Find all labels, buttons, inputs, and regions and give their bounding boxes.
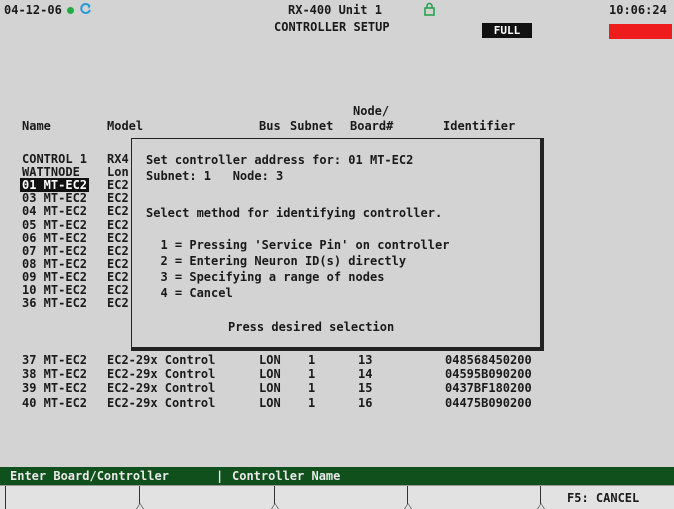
row-name: 08 MT-EC2 bbox=[22, 256, 88, 271]
dialog-option-service-pin[interactable]: 1 = Pressing 'Service Pin' on controller bbox=[146, 238, 449, 252]
row-model: EC2-29x Control bbox=[107, 353, 216, 367]
lock-icon bbox=[424, 2, 435, 19]
row-name: 03 MT-EC2 bbox=[22, 191, 88, 206]
status-separator: | bbox=[216, 469, 224, 483]
row-bus: LON bbox=[259, 353, 281, 367]
app-title: RX-400 Unit 1 bbox=[288, 3, 382, 17]
row-subnet: 1 bbox=[308, 395, 316, 410]
row-node: 15 bbox=[358, 381, 373, 396]
row-id: 04475B090200 bbox=[445, 395, 532, 410]
page-subtitle: CONTROLLER SETUP bbox=[274, 20, 390, 34]
row-name: 10 MT-EC2 bbox=[22, 283, 88, 297]
fkey-f4[interactable] bbox=[408, 486, 541, 509]
row-name: 38 MT-EC2 bbox=[22, 367, 88, 382]
row-model: EC2-29x Control bbox=[107, 395, 216, 410]
row-subnet: 1 bbox=[308, 367, 316, 382]
column-header-name: Name bbox=[22, 119, 51, 133]
row-id: 04595B090200 bbox=[445, 367, 532, 382]
dialog-subnet-node: Subnet: 1 Node: 3 bbox=[146, 169, 284, 183]
dialog-prompt: Select method for identifying controller… bbox=[146, 206, 443, 220]
row-node: 14 bbox=[358, 367, 373, 382]
row-name: 01 MT-EC2 bbox=[20, 178, 90, 193]
column-header-model: Model bbox=[107, 119, 144, 133]
row-model: RX4 bbox=[107, 152, 129, 166]
row-name: 40 MT-EC2 bbox=[22, 395, 88, 410]
row-model: EC2 bbox=[107, 269, 129, 284]
row-subnet: 1 bbox=[308, 381, 316, 396]
row-model: EC2 bbox=[107, 191, 129, 206]
dialog-footer: Press desired selection bbox=[228, 320, 395, 334]
status-right-field: Controller Name bbox=[232, 469, 341, 483]
row-name: 05 MT-EC2 bbox=[22, 217, 88, 232]
dialog-option-range[interactable]: 3 = Specifying a range of nodes bbox=[146, 270, 384, 284]
row-bus: LON bbox=[259, 367, 281, 382]
column-header-subnet: Subnet bbox=[290, 119, 334, 133]
fkey-divider-icon bbox=[537, 503, 545, 509]
fkey-f5-cancel[interactable]: F5: CANCEL bbox=[541, 486, 673, 509]
status-left-field: Enter Board/Controller bbox=[10, 469, 169, 483]
dialog-option-neuron-id[interactable]: 2 = Entering Neuron ID(s) directly bbox=[146, 254, 406, 268]
row-name: 37 MT-EC2 bbox=[22, 353, 88, 367]
row-model: EC2 bbox=[107, 256, 129, 271]
row-model: EC2 bbox=[107, 178, 129, 193]
date-label: 04-12-06 bbox=[4, 3, 62, 17]
status-dot-icon bbox=[67, 7, 74, 14]
function-key-bar: F5: CANCEL bbox=[0, 485, 674, 509]
row-name: 36 MT-EC2 bbox=[22, 296, 88, 311]
row-name: CONTROL 1 bbox=[22, 152, 88, 166]
row-name: WATTNODE bbox=[22, 165, 80, 180]
row-model: EC2 bbox=[107, 283, 129, 297]
alarm-indicator[interactable] bbox=[609, 24, 672, 39]
row-name: 04 MT-EC2 bbox=[22, 204, 88, 219]
refresh-icon bbox=[79, 2, 92, 18]
row-bus: LON bbox=[259, 395, 281, 410]
row-model: EC2-29x Control bbox=[107, 367, 216, 382]
row-name: 07 MT-EC2 bbox=[22, 243, 88, 258]
row-model: EC2 bbox=[107, 204, 129, 219]
row-model: EC2 bbox=[107, 230, 129, 245]
mode-badge: FULL bbox=[482, 23, 532, 38]
row-model: EC2-29x Control bbox=[107, 381, 216, 396]
fkey-f2[interactable] bbox=[140, 486, 275, 509]
fkey-f3[interactable] bbox=[275, 486, 408, 509]
row-subnet: 1 bbox=[308, 353, 316, 367]
dialog-option-cancel[interactable]: 4 = Cancel bbox=[146, 286, 232, 300]
row-node: 16 bbox=[358, 395, 373, 410]
row-name: 06 MT-EC2 bbox=[22, 230, 88, 245]
fkey-divider-icon bbox=[136, 503, 144, 509]
dialog-title: Set controller address for: 01 MT-EC2 bbox=[146, 153, 414, 167]
row-name: 39 MT-EC2 bbox=[22, 381, 88, 396]
row-bus: LON bbox=[259, 381, 281, 396]
address-method-dialog: Set controller address for: 01 MT-EC2 Su… bbox=[131, 138, 544, 351]
row-model: EC2 bbox=[107, 243, 129, 258]
row-node: 13 bbox=[358, 353, 373, 367]
clock-label: 10:06:24 bbox=[609, 3, 667, 17]
row-model: Lon bbox=[107, 165, 129, 180]
row-id: 0437BF180200 bbox=[445, 381, 532, 396]
row-id: 048568450200 bbox=[445, 353, 532, 367]
column-header-board: Board# bbox=[350, 119, 394, 133]
status-bar: Enter Board/Controller | Controller Name bbox=[0, 467, 674, 485]
column-header-identifier: Identifier bbox=[443, 119, 516, 133]
row-model: EC2 bbox=[107, 217, 129, 232]
column-header-node-line1: Node/ bbox=[353, 104, 390, 118]
row-model: EC2 bbox=[107, 296, 129, 311]
header-bar: 04-12-06 RX-400 Unit 1 CONTROLLER SETUP … bbox=[0, 0, 674, 45]
row-name: 09 MT-EC2 bbox=[22, 269, 88, 284]
column-header-bus: Bus bbox=[259, 119, 281, 133]
fkey-f1[interactable] bbox=[5, 486, 140, 509]
fkey-divider-icon bbox=[271, 503, 279, 509]
fkey-divider-icon bbox=[404, 503, 412, 509]
